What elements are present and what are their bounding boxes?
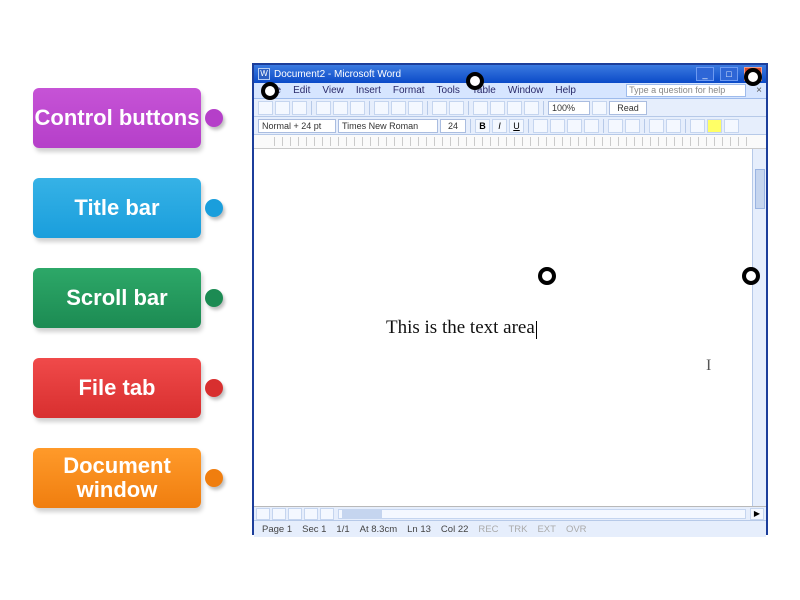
menu-format: Format (388, 85, 430, 96)
view-normal-icon (256, 508, 270, 520)
ibeam-cursor-icon: I (706, 357, 711, 375)
label-title-bar[interactable]: Title bar (33, 178, 201, 238)
link-icon (473, 101, 488, 115)
label-pin (205, 379, 223, 397)
menu-edit: Edit (288, 85, 315, 96)
preview-icon (333, 101, 348, 115)
label-file-tab[interactable]: File tab (33, 358, 201, 418)
redo-icon (449, 101, 464, 115)
italic-icon: I (492, 119, 507, 133)
menu-tools: Tools (432, 85, 465, 96)
drop-target-5[interactable] (742, 267, 760, 285)
ruler (254, 135, 766, 149)
undo-icon (432, 101, 447, 115)
label-scroll-bar[interactable]: Scroll bar (33, 268, 201, 328)
open-icon (275, 101, 290, 115)
scroll-right-icon: ▶ (750, 508, 764, 520)
border-icon (690, 119, 705, 133)
help-icon (592, 101, 607, 115)
table-icon (490, 101, 505, 115)
menu-view: View (317, 85, 349, 96)
label-pin (205, 289, 223, 307)
status-rec: REC (478, 524, 498, 535)
spell-icon (350, 101, 365, 115)
bullets-icon (625, 119, 640, 133)
label-pin (205, 469, 223, 487)
status-page: Page 1 (262, 524, 292, 535)
horizontal-scrollbar: ▶ (254, 507, 766, 521)
highlight-icon (707, 119, 722, 133)
toolbar-formatting: Normal + 24 pt Times New Roman 24 B I U (254, 117, 766, 135)
status-ext: EXT (537, 524, 555, 535)
numbering-icon (608, 119, 623, 133)
toolbar-standard: 100% Read (254, 99, 766, 117)
status-sec: Sec 1 (302, 524, 326, 535)
menu-insert: Insert (351, 85, 386, 96)
scrollbar-thumb (755, 169, 765, 209)
minimize-button-icon: _ (696, 67, 714, 81)
document-area: This is the text area I (254, 149, 766, 507)
title-bar: W Document2 - Microsoft Word _ □ × (254, 65, 766, 83)
view-web-icon (272, 508, 286, 520)
status-at: At 8.3cm (360, 524, 398, 535)
label-text: Control buttons (35, 106, 200, 130)
outdent-icon (649, 119, 664, 133)
read-button: Read (609, 101, 647, 115)
cut-icon (374, 101, 389, 115)
excel-icon (507, 101, 522, 115)
paste-icon (408, 101, 423, 115)
status-pages: 1/1 (336, 524, 349, 535)
view-outline-icon (304, 508, 318, 520)
maximize-button-icon: □ (720, 67, 738, 81)
menu-window: Window (503, 85, 549, 96)
drop-target-4[interactable] (538, 267, 556, 285)
label-text: Scroll bar (66, 286, 167, 310)
align-right-icon (567, 119, 582, 133)
align-left-icon (533, 119, 548, 133)
help-search-input: Type a question for help (626, 84, 746, 97)
document-text: This is the text area (386, 317, 537, 339)
indent-icon (666, 119, 681, 133)
close-doc-icon: × (752, 85, 766, 96)
view-print-icon (288, 508, 302, 520)
window-title: Document2 - Microsoft Word (274, 69, 401, 80)
word-app-icon: W (258, 68, 270, 80)
print-icon (316, 101, 331, 115)
label-text: Document window (33, 454, 201, 502)
status-ln: Ln 13 (407, 524, 431, 535)
status-col: Col 22 (441, 524, 468, 535)
save-icon (292, 101, 307, 115)
drop-target-3[interactable] (744, 68, 762, 86)
status-trk: TRK (508, 524, 527, 535)
menu-bar: File Edit View Insert Format Tools Table… (254, 83, 766, 99)
word-window: W Document2 - Microsoft Word _ □ × File … (252, 63, 768, 535)
copy-icon (391, 101, 406, 115)
status-bar: Page 1 Sec 1 1/1 At 8.3cm Ln 13 Col 22 R… (254, 521, 766, 537)
vertical-scrollbar (752, 149, 766, 506)
drop-target-1[interactable] (261, 82, 279, 100)
bold-icon: B (475, 119, 490, 133)
label-pin (205, 199, 223, 217)
label-document-window[interactable]: Document window (33, 448, 201, 508)
label-control-buttons[interactable]: Control buttons (33, 88, 201, 148)
fontcolor-icon (724, 119, 739, 133)
label-text: File tab (78, 376, 155, 400)
zoom-select: 100% (548, 101, 590, 115)
font-select: Times New Roman (338, 119, 438, 133)
drop-target-2[interactable] (466, 72, 484, 90)
underline-icon: U (509, 119, 524, 133)
label-pin (205, 109, 223, 127)
columns-icon (524, 101, 539, 115)
menu-help: Help (550, 85, 581, 96)
align-center-icon (550, 119, 565, 133)
label-text: Title bar (74, 196, 159, 220)
fontsize-select: 24 (440, 119, 466, 133)
status-ovr: OVR (566, 524, 587, 535)
style-select: Normal + 24 pt (258, 119, 336, 133)
new-icon (258, 101, 273, 115)
align-justify-icon (584, 119, 599, 133)
view-reading-icon (320, 508, 334, 520)
